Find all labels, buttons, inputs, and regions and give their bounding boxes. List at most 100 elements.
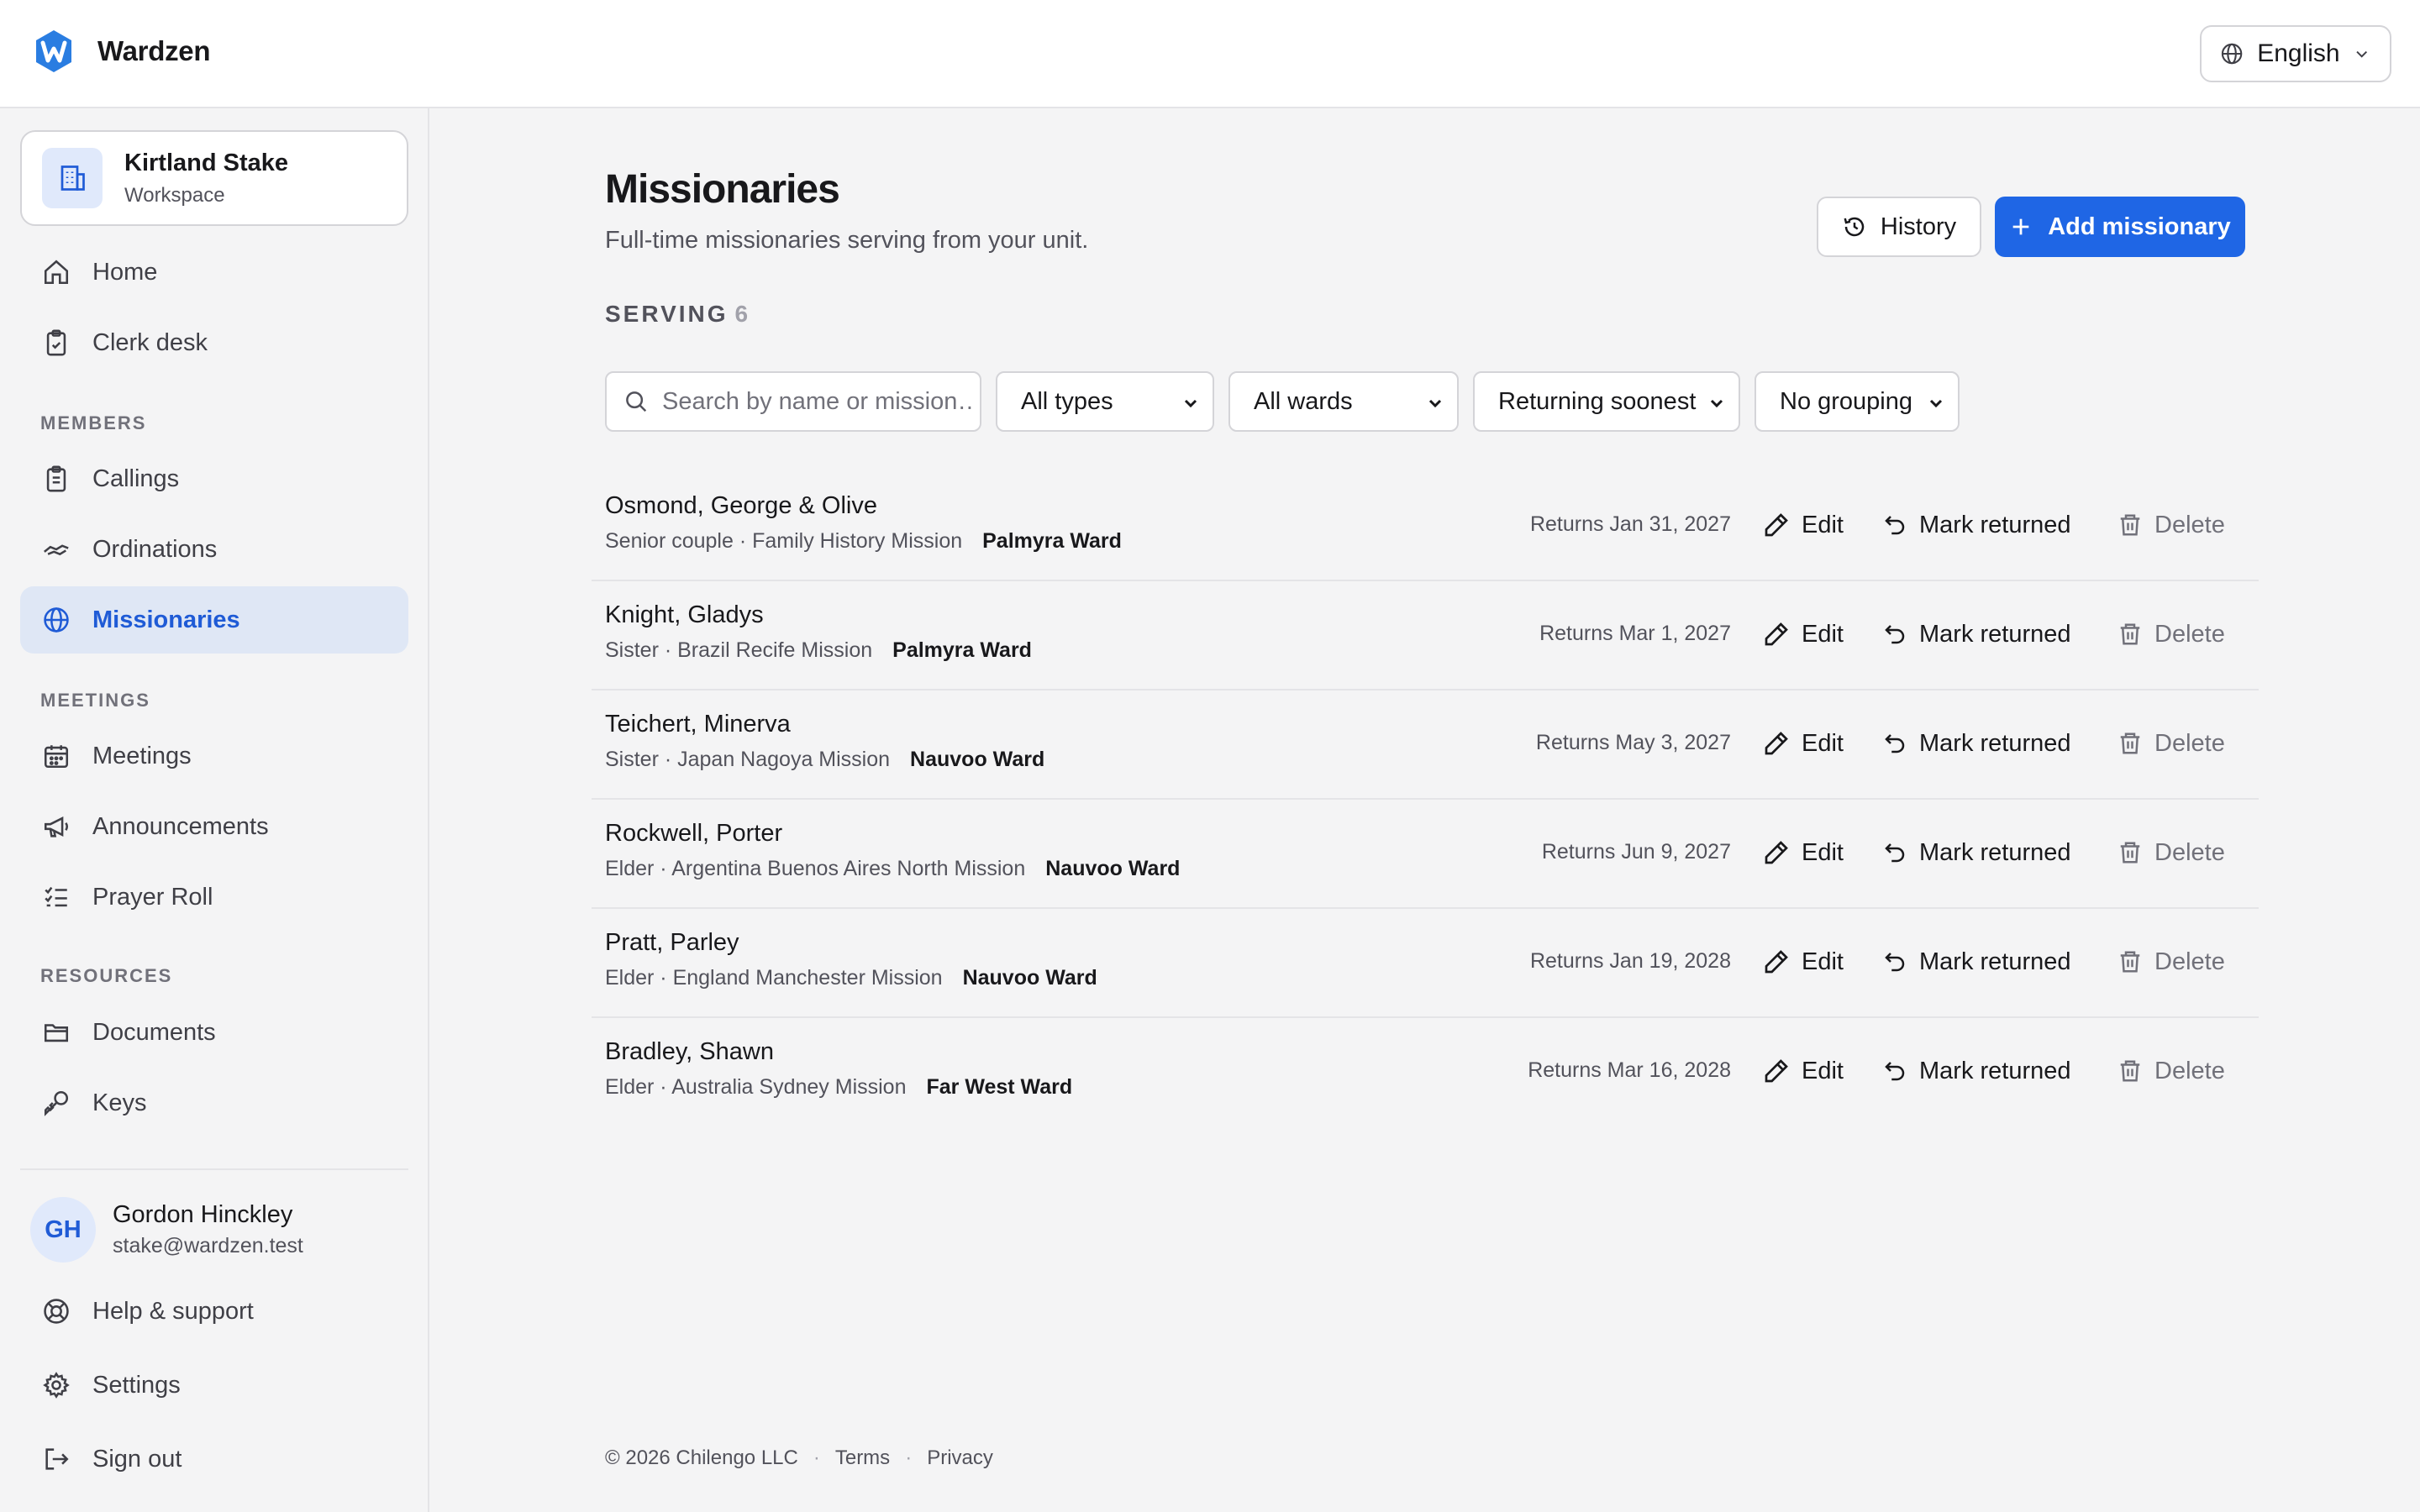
mark-returned-button[interactable]: Mark returned [1882, 613, 2071, 655]
edit-button[interactable]: Edit [1763, 613, 1844, 655]
missionary-name: Knight, Gladys [605, 601, 764, 628]
footer-terms-link[interactable]: Terms [835, 1446, 890, 1470]
serving-count: 6 [734, 301, 749, 327]
edit-button[interactable]: Edit [1763, 832, 1844, 874]
delete-button[interactable]: Delete [2118, 832, 2225, 874]
sidebar-item-sign-out[interactable]: Sign out [20, 1425, 408, 1493]
add-missionary-label: Add missionary [2048, 213, 2231, 240]
mark-returned-button[interactable]: Mark returned [1882, 941, 2071, 983]
add-missionary-button[interactable]: Add missionary [1995, 197, 2245, 257]
chevron-down-icon [1710, 399, 1723, 408]
missionary-assignment: Elder · Australia Sydney Mission [605, 1075, 907, 1099]
sidebar-item-label: Ordinations [92, 535, 218, 563]
edit-button[interactable]: Edit [1763, 1050, 1844, 1092]
trash-icon [2120, 842, 2140, 864]
sidebar-item-prayer-roll[interactable]: Prayer Roll [20, 864, 408, 931]
ward-filter-select[interactable]: All wards [1228, 371, 1459, 432]
chevron-down-icon [1929, 399, 1943, 408]
pencil-icon [1765, 1059, 1788, 1083]
sidebar: Kirtland Stake Workspace Home Clerk desk… [0, 108, 429, 1512]
undo-icon [1885, 734, 1905, 753]
mark-returned-button[interactable]: Mark returned [1882, 832, 2071, 874]
missionary-ward: Palmyra Ward [982, 529, 1122, 553]
sidebar-item-settings[interactable]: Settings [20, 1352, 408, 1419]
sidebar-item-label: Settings [92, 1371, 181, 1399]
edit-button[interactable]: Edit [1763, 722, 1844, 764]
grouping-value: No grouping [1780, 387, 1912, 415]
missionary-row: Osmond, George & Olive Senior couple · F… [592, 472, 2259, 581]
sidebar-item-clerk-desk[interactable]: Clerk desk [20, 309, 408, 376]
sidebar-item-label: Documents [92, 1018, 216, 1046]
edit-button[interactable]: Edit [1763, 941, 1844, 983]
delete-button[interactable]: Delete [2118, 613, 2225, 655]
edit-label: Edit [1802, 729, 1844, 757]
globe-icon [40, 604, 72, 636]
mark-returned-button[interactable]: Mark returned [1882, 722, 2071, 764]
delete-label: Delete [2154, 729, 2225, 757]
delete-label: Delete [2154, 620, 2225, 648]
grouping-select[interactable]: No grouping [1754, 371, 1960, 432]
undo-icon [1885, 953, 1905, 972]
chevron-down-icon [1184, 399, 1197, 408]
pencil-icon [1765, 841, 1788, 864]
language-label: English [2257, 39, 2340, 67]
mark-returned-button[interactable]: Mark returned [1882, 1050, 2071, 1092]
chevron-down-icon [2355, 50, 2367, 58]
sort-select[interactable]: Returning soonest [1473, 371, 1740, 432]
type-filter-select[interactable]: All types [996, 371, 1214, 432]
footer-privacy-link[interactable]: Privacy [927, 1446, 993, 1470]
sidebar-item-help[interactable]: Help & support [20, 1278, 408, 1345]
missionary-assignment: Elder · England Manchester Mission [605, 966, 943, 990]
missionary-name: Rockwell, Porter [605, 820, 783, 847]
user-name: Gordon Hinckley [113, 1201, 293, 1228]
search-field[interactable] [605, 371, 981, 432]
missionary-name: Bradley, Shawn [605, 1038, 774, 1065]
delete-button[interactable]: Delete [2118, 1050, 2225, 1092]
mark-returned-label: Mark returned [1919, 620, 2071, 648]
sidebar-item-label: Meetings [92, 742, 192, 769]
mark-returned-label: Mark returned [1919, 729, 2071, 757]
sidebar-item-home[interactable]: Home [20, 239, 408, 306]
mark-returned-label: Mark returned [1919, 838, 2071, 866]
app-name: Wardzen [97, 35, 211, 66]
missionary-ward: Nauvoo Ward [910, 748, 1045, 771]
type-filter-value: All types [1021, 387, 1113, 415]
plus-icon [2012, 218, 2029, 235]
delete-button[interactable]: Delete [2118, 941, 2225, 983]
delete-button[interactable]: Delete [2118, 722, 2225, 764]
missionary-ward: Nauvoo Ward [1045, 857, 1181, 880]
sidebar-item-ordinations[interactable]: Ordinations [20, 516, 408, 583]
key-icon [40, 1087, 72, 1119]
sidebar-item-keys[interactable]: Keys [20, 1069, 408, 1137]
history-button[interactable]: History [1817, 197, 1981, 257]
mark-returned-button[interactable]: Mark returned [1882, 504, 2071, 546]
sidebar-item-documents[interactable]: Documents [20, 999, 408, 1066]
page-title: Missionaries [605, 167, 840, 212]
sidebar-item-meetings[interactable]: Meetings [20, 722, 408, 790]
workspace-switcher[interactable]: Kirtland Stake Workspace [20, 130, 408, 226]
page-subtitle: Full-time missionaries serving from your… [605, 227, 1089, 254]
sidebar-item-callings[interactable]: Callings [20, 445, 408, 512]
missionary-ward: Nauvoo Ward [962, 966, 1097, 990]
user-profile[interactable]: GH Gordon Hinckley stake@wardzen.test [30, 1197, 303, 1263]
edit-label: Edit [1802, 511, 1844, 538]
undo-icon [1885, 516, 1905, 535]
search-input[interactable] [662, 387, 973, 416]
sidebar-item-announcements[interactable]: Announcements [20, 793, 408, 860]
gear-icon [40, 1369, 72, 1401]
checklist-icon [40, 881, 72, 913]
delete-label: Delete [2154, 511, 2225, 538]
serving-count-heading: SERVING 6 [605, 301, 748, 328]
sidebar-item-missionaries[interactable]: Missionaries [20, 586, 408, 654]
sidebar-item-label: Home [92, 258, 158, 286]
wardzen-logo-icon [36, 30, 71, 72]
avatar: GH [30, 1197, 96, 1263]
sort-value: Returning soonest [1498, 387, 1697, 415]
edit-button[interactable]: Edit [1763, 504, 1844, 546]
missionary-row: Knight, Gladys Sister · Brazil Recife Mi… [592, 581, 2259, 690]
language-select[interactable]: English [2200, 25, 2391, 82]
delete-button[interactable]: Delete [2118, 504, 2225, 546]
lifebuoy-icon [40, 1295, 72, 1327]
missionary-meta: Sister · Brazil Recife Mission Palmyra Wa… [605, 638, 1032, 663]
brand[interactable]: Wardzen [34, 29, 210, 74]
